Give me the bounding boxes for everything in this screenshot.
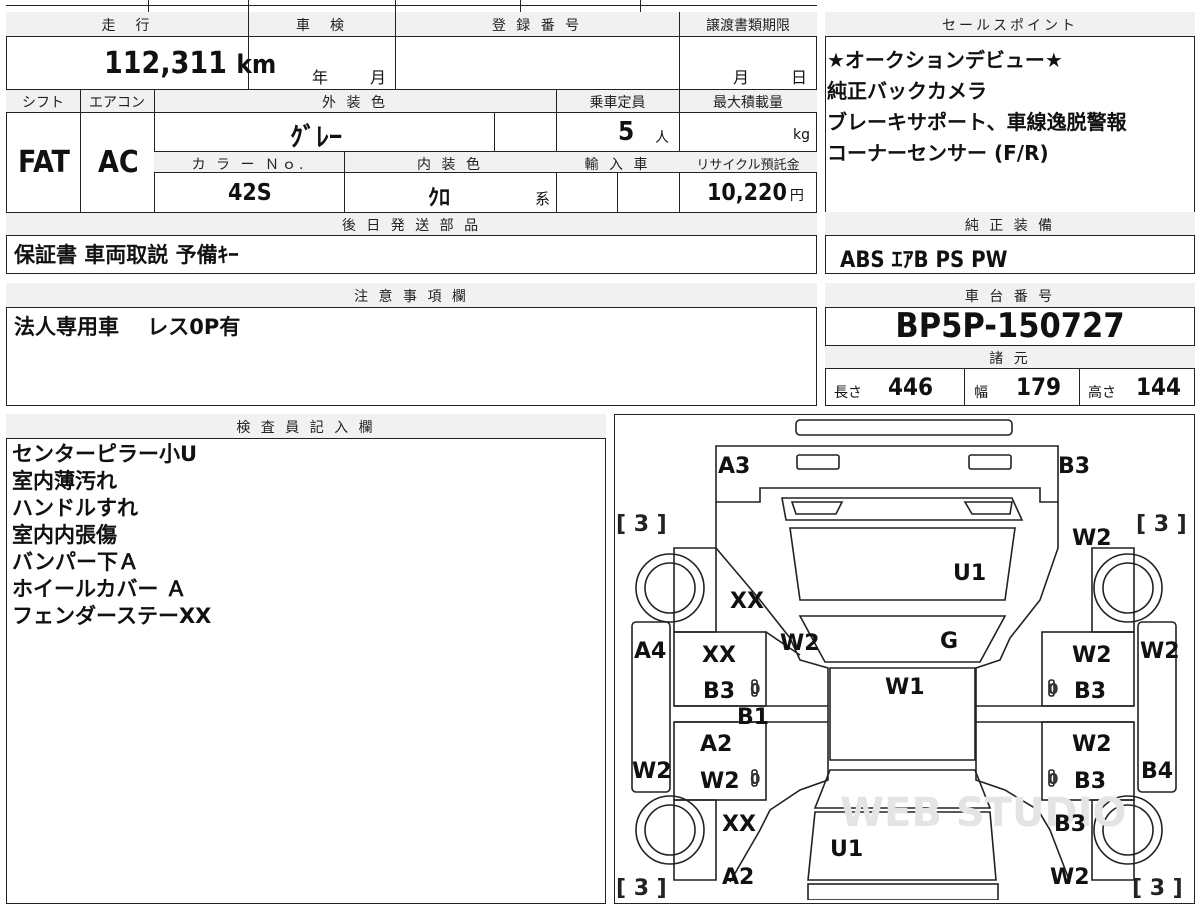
damage-mark: B3 [1074,679,1106,704]
inspector-line: 室内薄汚れ [12,469,117,493]
damage-mark: W2 [1050,865,1090,890]
width-label: 幅 [974,385,988,401]
notes-label: 注 意 事 項 欄 [354,289,469,305]
damage-mark: B3 [703,679,735,704]
damage-mark: B4 [1141,759,1173,784]
color-no-label: カ ラ ー Ｎｏ. [191,157,307,173]
damage-mark: W2 [1072,732,1112,757]
length-value: 446 [888,373,934,401]
damage-mark: W2 [1072,643,1112,668]
inspection-year: 年 [312,68,329,87]
chassis-number: BP5P-150727 [895,306,1125,346]
exterior-color-label: 外 装 色 [322,95,388,111]
notes-value: 法人専用車 レス0P有 [14,315,241,339]
tire-right-rear: [ 3 ] [1132,876,1183,900]
capacity-unit: 人 [655,130,669,146]
inspector-label: 検 査 員 記 入 欄 [236,420,376,436]
sales-point-line: ★オークションデビュー★ [827,48,1063,72]
zero-mark: 0 [750,770,760,788]
recycle-label: リサイクル預託金 [696,158,800,173]
chassis-label: 車 台 番 号 [964,289,1056,305]
later-parts-label: 後 日 発 送 部 品 [341,218,482,234]
sales-point-line: 純正バックカメラ [827,79,987,103]
damage-mark: W1 [885,675,925,700]
standard-equipment-label: 純 正 装 備 [964,218,1056,234]
max-load-label: 最大積載量 [713,95,783,111]
zero-mark: 0 [1048,770,1058,788]
sales-point-line: コーナーセンサー (F/R) [827,141,1049,165]
tire-right-front: [ 3 ] [1136,512,1187,537]
inspector-line: バンパー下Ａ [12,550,140,574]
inspector-line: センターピラー小U [12,442,198,466]
damage-mark: A2 [722,865,754,890]
damage-mark: B3 [1058,454,1090,479]
width-value: 179 [1016,373,1062,401]
height-value: 144 [1136,373,1182,401]
color-no-value: 42S [228,180,272,206]
damage-mark: B1 [737,705,769,730]
tire-left-rear: [ 3 ] [616,876,667,900]
damage-mark: XX [722,812,756,837]
max-load-unit: kg [793,127,810,143]
height-label: 高さ [1088,385,1116,401]
transfer-day: 日 [791,68,808,87]
exterior-color-value: ｸﾞﾚｰ [290,123,343,153]
length-label: 長さ [834,385,862,401]
damage-mark: A2 [700,732,732,757]
import-label: 輸 入 車 [584,157,651,173]
recycle-value: 10,220 [707,180,787,206]
recycle-unit: 円 [789,188,804,204]
damage-mark: U1 [830,837,863,862]
shift-value: FAT [18,145,70,180]
standard-equipment-value: ABS ｴｱB PS PW [840,248,1008,273]
inspection-month: 月 [370,68,387,87]
mileage-value: 112,311 [104,46,227,81]
damage-mark: B3 [1054,812,1086,837]
shift-label: シフト [22,95,64,111]
car-diagram: WEB STUDIO [ 3 ] [ 3 ] [ 3 ] [ 3 ] A3 B3… [616,419,1187,900]
damage-mark: W2 [1072,526,1112,551]
damage-mark: G [940,629,958,654]
interior-color-value: ｸﾛ [428,186,451,211]
damage-mark: XX [702,643,736,668]
inspection-label: 車 検 [296,18,347,34]
inspector-line: 室内内張傷 [12,523,117,547]
damage-mark: XX [730,589,764,614]
sales-points-label: セールスポイント [942,18,1078,34]
damage-mark: B3 [1074,769,1106,794]
aircon-label: エアコン [89,95,145,111]
inspector-line: ハンドルすれ [12,496,138,520]
sales-point-line: ブレーキサポート、車線逸脱警報 [827,110,1127,134]
capacity-value: 5 [618,117,635,147]
dimensions-label: 諸 元 [989,351,1031,367]
later-parts-value: 保証書 車両取説 予備ｷｰ [14,243,239,267]
mileage-unit: km [236,50,277,80]
registration-label: 登 録 番 号 [491,18,583,34]
transfer-month: 月 [733,68,750,87]
transfer-label: 譲渡書類期限 [706,18,790,34]
damage-mark: W2 [780,631,820,656]
damage-mark: A3 [718,454,750,479]
damage-mark: U1 [953,561,986,586]
damage-mark: A4 [634,639,666,664]
damage-mark: W2 [632,759,672,784]
zero-mark: 0 [750,680,760,698]
mileage-label: 走 行 [101,18,153,34]
interior-color-label: 内 装 色 [417,157,483,173]
interior-color-suffix: 系 [535,190,551,208]
aircon-value: AC [98,145,139,180]
damage-mark: W2 [1140,639,1180,664]
inspector-line: ホイールカバー Ａ [12,577,187,601]
tire-left-front: [ 3 ] [616,512,667,537]
damage-mark: W2 [700,769,740,794]
inspector-line: フェンダーステーXX [12,604,212,628]
zero-mark: 0 [1048,680,1058,698]
capacity-label: 乗車定員 [589,95,646,111]
